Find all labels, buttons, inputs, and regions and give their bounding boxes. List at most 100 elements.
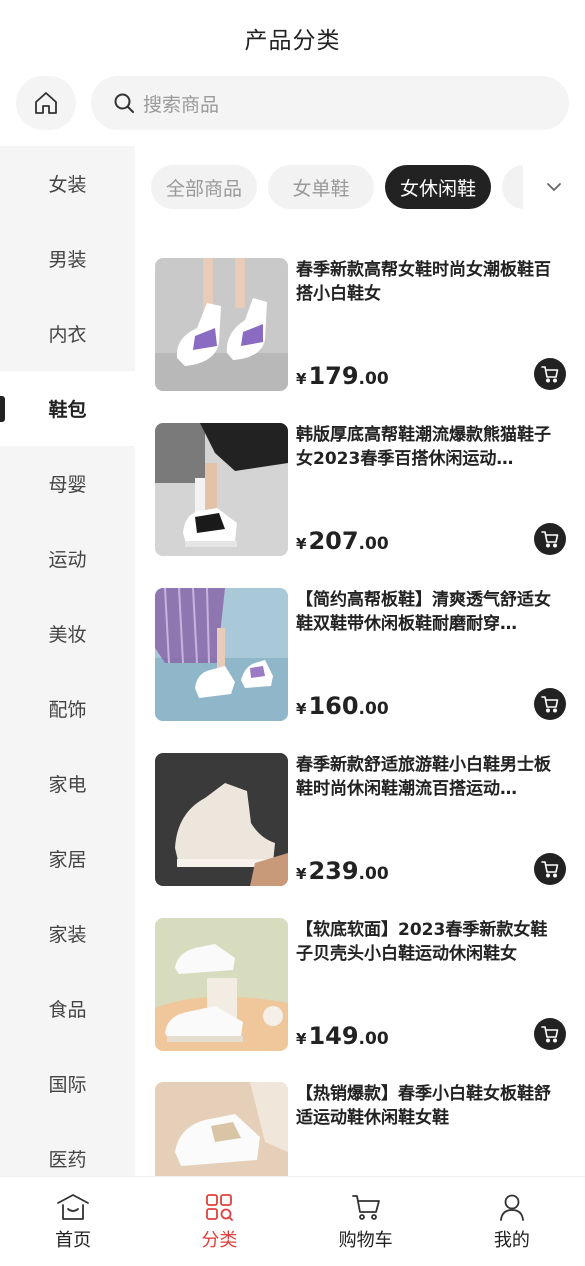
product-list: 春季新款高帮女鞋时尚女潮板鞋百搭小白鞋女 ¥179.00 韩版厚底高帮鞋潮流爆款…	[155, 258, 575, 1176]
add-to-cart-button[interactable]	[534, 853, 566, 885]
product-name: 春季新款舒适旅游鞋小白鞋男士板鞋时尚休闲鞋潮流百搭运动…	[296, 755, 551, 799]
sidebar-item-label: 家电	[48, 774, 87, 796]
product-name: 【简约高帮板鞋】清爽透气舒适女鞋双鞋带休闲板鞋耐磨耐穿…	[296, 590, 551, 634]
sidebar-item-food[interactable]: 食品	[0, 971, 135, 1046]
price-decimal: .00	[358, 1029, 389, 1049]
tabbar-label: 分类	[201, 1230, 238, 1251]
page-header: 产品分类	[0, 0, 585, 76]
add-to-cart-button[interactable]	[534, 523, 566, 555]
chevron-down-icon	[547, 183, 561, 191]
sidebar-item-baby[interactable]: 母婴	[0, 446, 135, 521]
price-decimal: .00	[358, 864, 389, 884]
sidebar-item-shoes-bags[interactable]: 鞋包	[0, 371, 135, 446]
search-icon	[114, 93, 134, 113]
product-card[interactable]: 【软底软面】2023春季新款女鞋子贝壳头小白鞋运动休闲鞋女 ¥149.00	[155, 918, 575, 1052]
product-price: ¥160.00	[296, 692, 389, 720]
price-decimal: .00	[358, 534, 389, 554]
tabbar-item-cart[interactable]: 购物车	[293, 1177, 439, 1266]
sidebar-item-label: 家装	[48, 924, 87, 946]
sidebar-item-label: 鞋包	[48, 399, 87, 421]
product-name: 春季新款高帮女鞋时尚女潮板鞋百搭小白鞋女	[296, 260, 551, 304]
page-title: 产品分类	[244, 28, 341, 54]
price-decimal: .00	[358, 699, 389, 719]
product-name: 【软底软面】2023春季新款女鞋子贝壳头小白鞋运动休闲鞋女	[296, 920, 548, 964]
tabbar-label: 首页	[55, 1230, 92, 1251]
sidebar-item-label: 女装	[48, 174, 87, 196]
tab-label: 女单鞋	[292, 177, 350, 200]
cart-icon	[541, 1026, 559, 1043]
sidebar-item-underwear[interactable]: 内衣	[0, 296, 135, 371]
cart-icon	[541, 861, 559, 878]
cart-icon	[541, 366, 559, 383]
home-icon	[57, 1194, 90, 1220]
product-image	[155, 1082, 288, 1176]
tabbar-item-profile[interactable]: 我的	[439, 1177, 585, 1266]
subcategory-tabs: 全部商品 女单鞋 女休闲鞋	[135, 165, 585, 209]
sidebar-item-label: 男装	[48, 249, 87, 271]
search-input[interactable]: 搜索商品	[91, 76, 569, 130]
sidebar-item-women[interactable]: 女装	[0, 146, 135, 221]
home-icon	[35, 92, 57, 114]
tabbar-item-home[interactable]: 首页	[0, 1177, 146, 1266]
category-sidebar: 女装 男装 内衣 鞋包 母婴 运动 美妆 配饰 家电 家居 家装 食品 国际 医…	[0, 146, 135, 1176]
price-decimal: .00	[358, 369, 389, 389]
sidebar-item-sports[interactable]: 运动	[0, 521, 135, 596]
product-price: ¥179.00	[296, 362, 389, 390]
sidebar-item-label: 家居	[48, 849, 87, 871]
sidebar-item-label: 母婴	[48, 474, 87, 496]
product-card[interactable]: 【简约高帮板鞋】清爽透气舒适女鞋双鞋带休闲板鞋耐磨耐穿… ¥160.00	[155, 588, 575, 722]
product-price: ¥207.00	[296, 527, 389, 555]
add-to-cart-button[interactable]	[534, 358, 566, 390]
price-integer: 179	[308, 362, 359, 390]
product-card[interactable]: 【热销爆款】春季小白鞋女板鞋舒适运动鞋休闲鞋女鞋	[155, 1082, 575, 1176]
user-icon	[499, 1194, 524, 1221]
sidebar-item-decor[interactable]: 家装	[0, 896, 135, 971]
product-card[interactable]: 春季新款舒适旅游鞋小白鞋男士板鞋时尚休闲鞋潮流百搭运动… ¥239.00	[155, 753, 575, 887]
sidebar-item-men[interactable]: 男装	[0, 221, 135, 296]
tabbar-item-category[interactable]: 分类	[146, 1177, 292, 1266]
tab-label: 全部商品	[165, 177, 242, 200]
sidebar-item-beauty[interactable]: 美妆	[0, 596, 135, 671]
tab-label: 女休闲鞋	[399, 177, 476, 200]
sidebar-item-international[interactable]: 国际	[0, 1046, 135, 1121]
product-card[interactable]: 韩版厚底高帮鞋潮流爆款熊猫鞋子女2023春季百搭休闲运动… ¥207.00	[155, 423, 575, 557]
add-to-cart-button[interactable]	[534, 1018, 566, 1050]
add-to-cart-button[interactable]	[534, 688, 566, 720]
price-currency: ¥	[296, 700, 307, 718]
price-currency: ¥	[296, 535, 307, 553]
category-icon	[206, 1194, 234, 1221]
product-name: 【热销爆款】春季小白鞋女板鞋舒适运动鞋休闲鞋女鞋	[296, 1084, 551, 1128]
price-integer: 149	[308, 1022, 359, 1050]
sidebar-item-medicine[interactable]: 医药	[0, 1121, 135, 1176]
sidebar-item-label: 内衣	[48, 324, 87, 346]
cart-icon	[351, 1195, 380, 1220]
sidebar-item-label: 国际	[48, 1074, 87, 1096]
tabbar-label: 我的	[493, 1230, 530, 1251]
search-row: 搜索商品	[0, 76, 585, 146]
home-button[interactable]	[16, 76, 76, 130]
price-currency: ¥	[296, 1030, 307, 1048]
sidebar-item-label: 运动	[48, 549, 87, 571]
tab-women-single-shoes[interactable]: 女单鞋	[268, 165, 374, 209]
sidebar-item-label: 食品	[48, 999, 87, 1021]
tabbar-label: 购物车	[338, 1230, 393, 1251]
sidebar-item-label: 医药	[48, 1149, 87, 1171]
product-image	[155, 918, 288, 1051]
tab-women-casual-shoes[interactable]: 女休闲鞋	[385, 165, 491, 209]
cart-icon	[541, 531, 559, 548]
expand-tabs-button[interactable]	[523, 165, 585, 209]
price-integer: 207	[308, 527, 359, 555]
price-integer: 239	[308, 857, 359, 885]
sidebar-item-home[interactable]: 家居	[0, 821, 135, 896]
sidebar-item-appliances[interactable]: 家电	[0, 746, 135, 821]
product-card[interactable]: 春季新款高帮女鞋时尚女潮板鞋百搭小白鞋女 ¥179.00	[155, 258, 575, 392]
sidebar-item-accessories[interactable]: 配饰	[0, 671, 135, 746]
product-image	[155, 588, 288, 721]
tab-all-products[interactable]: 全部商品	[151, 165, 257, 209]
search-placeholder: 搜索商品	[143, 93, 220, 116]
active-indicator	[0, 396, 5, 422]
bottom-tab-bar: 首页 分类 购物车 我的	[0, 1176, 585, 1266]
product-image	[155, 258, 288, 391]
sidebar-item-label: 美妆	[48, 624, 87, 646]
product-price: ¥149.00	[296, 1022, 389, 1050]
